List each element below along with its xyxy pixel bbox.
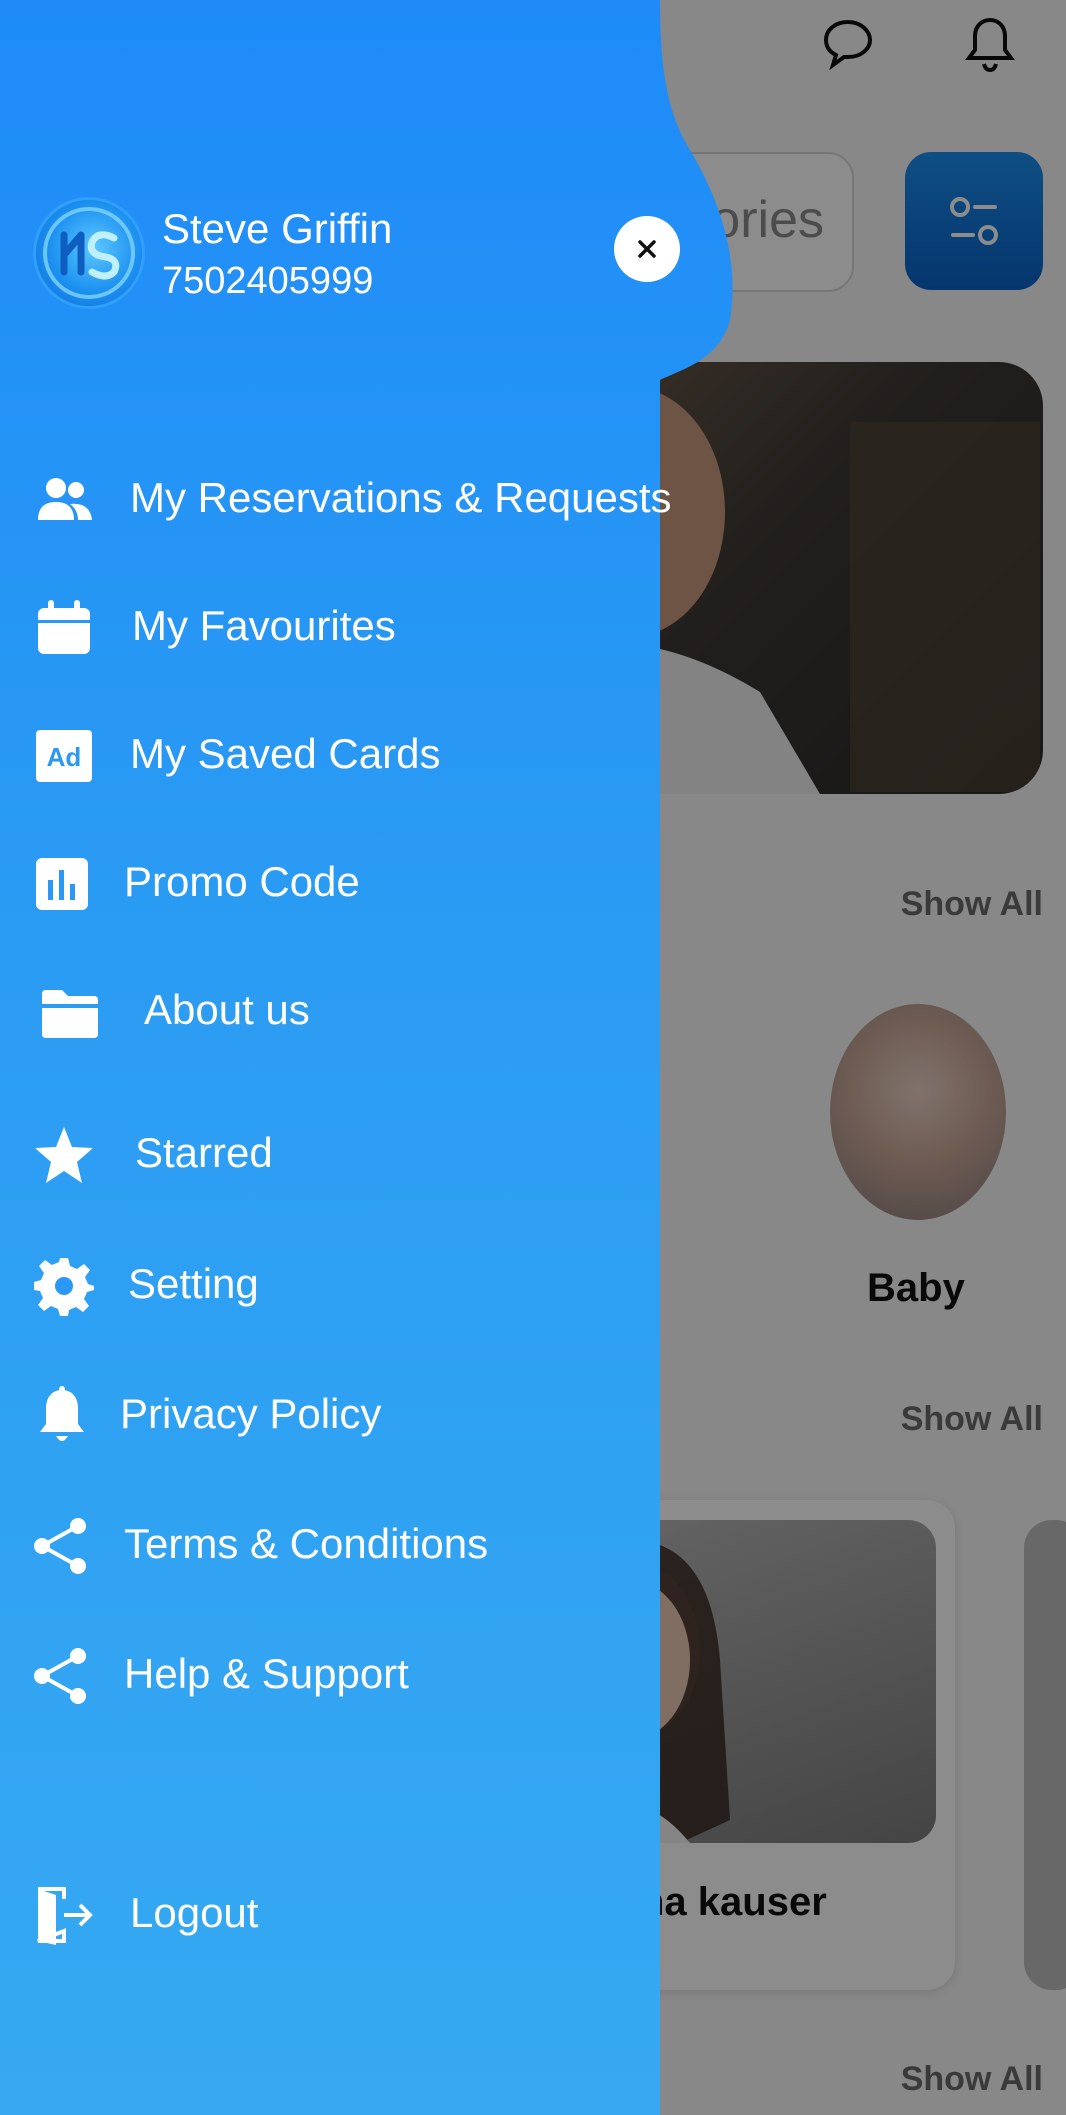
menu-label: Logout: [130, 1889, 259, 1936]
svg-text:Ad: Ad: [47, 742, 82, 772]
logout-icon: [37, 1887, 93, 1945]
star-icon: [35, 1127, 93, 1183]
menu-label: Help & Support: [124, 1650, 409, 1697]
menu-label: Terms & Conditions: [124, 1520, 489, 1567]
navigation-drawer: Steve Griffin 7502405999 My Reservations…: [0, 0, 733, 2115]
menu-item-favourites[interactable]: My Favourites: [0, 588, 660, 668]
menu-item-setting[interactable]: Setting: [0, 1246, 660, 1326]
user-avatar[interactable]: [36, 200, 142, 306]
bell-icon: [40, 1386, 84, 1441]
logout-button[interactable]: Logout: [0, 1875, 660, 1955]
menu-label: Privacy Policy: [120, 1390, 382, 1437]
menu-label: Promo Code: [124, 858, 360, 905]
menu-item-privacy-policy[interactable]: Privacy Policy: [0, 1376, 660, 1456]
close-icon: [638, 240, 656, 258]
menu-label: About us: [144, 986, 310, 1033]
app-logo-icon: [43, 207, 135, 299]
share-icon: [34, 1648, 86, 1704]
menu-item-reservations[interactable]: My Reservations & Requests: [0, 460, 672, 540]
menu-item-help-support[interactable]: Help & Support: [0, 1636, 660, 1716]
menu-label: My Favourites: [132, 602, 396, 649]
user-name: Steve Griffin: [162, 205, 393, 252]
folder-icon: [42, 990, 98, 1038]
calendar-icon: [38, 600, 90, 654]
share-icon: [34, 1518, 86, 1574]
menu-item-about-us[interactable]: About us: [0, 972, 660, 1052]
menu-item-saved-cards[interactable]: Ad My Saved Cards: [0, 716, 660, 796]
menu-label: My Saved Cards: [130, 730, 441, 777]
gear-icon: [34, 1258, 94, 1316]
bar-chart-icon: [36, 858, 88, 910]
drawer-background: [0, 0, 733, 2115]
menu-item-terms[interactable]: Terms & Conditions: [0, 1506, 660, 1586]
close-drawer-button[interactable]: [614, 216, 680, 282]
users-icon: [38, 478, 92, 520]
ad-icon: Ad: [36, 730, 92, 782]
menu-label: Setting: [128, 1260, 259, 1307]
user-phone: 7502405999: [162, 260, 374, 302]
menu-label: My Reservations & Requests: [130, 474, 672, 521]
menu-label: Starred: [135, 1129, 273, 1176]
menu-item-promo-code[interactable]: Promo Code: [0, 844, 660, 924]
menu-item-starred[interactable]: Starred: [0, 1115, 660, 1195]
